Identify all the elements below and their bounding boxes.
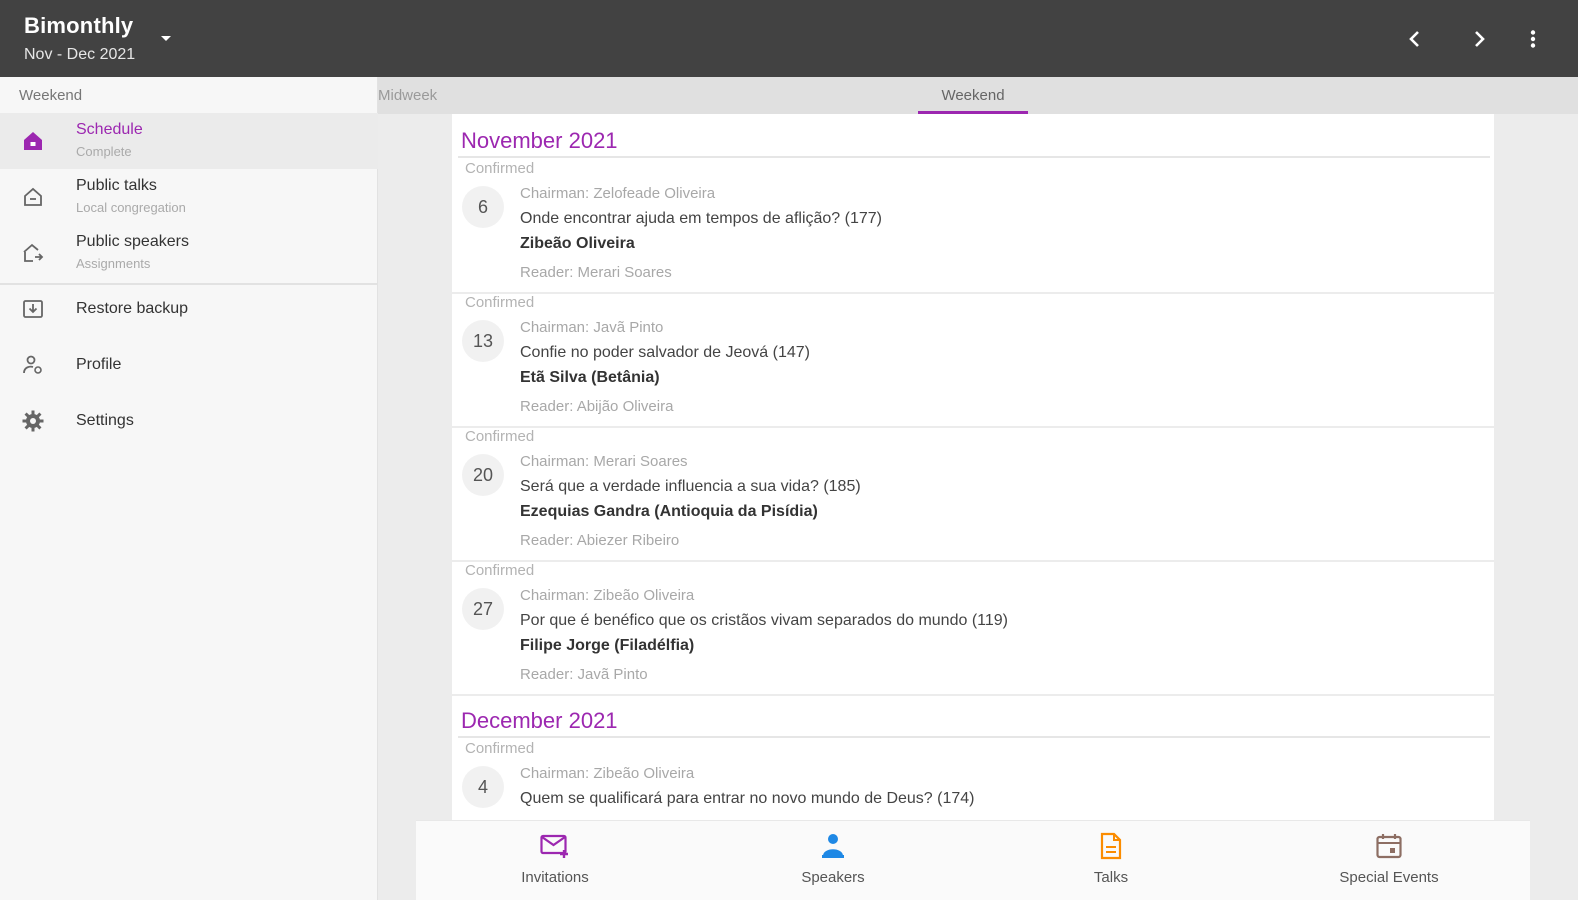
- app-title[interactable]: Bimonthly: [24, 13, 133, 39]
- sidebar-item-public-talks[interactable]: Public talks Local congregation: [0, 169, 378, 225]
- reader-text: Reader: Merari Soares: [520, 264, 672, 281]
- week-card[interactable]: Confirmed 27 Chairman: Zibeão Oliveira P…: [452, 562, 1494, 696]
- speaker-name: Etã Silva (Betânia): [520, 369, 660, 386]
- day-badge: 6: [462, 186, 504, 228]
- status-label: Confirmed: [465, 562, 535, 579]
- speaker-name: Zibeão Oliveira: [520, 235, 635, 252]
- chevron-right-icon: [1475, 31, 1485, 47]
- week-card[interactable]: Confirmed 20 Chairman: Merari Soares Ser…: [452, 428, 1494, 562]
- bottom-nav-label: Special Events: [1339, 869, 1439, 886]
- talk-title: Onde encontrar ajuda em tempos de afliçã…: [520, 210, 882, 227]
- bottom-nav-label: Speakers: [801, 869, 865, 886]
- month-divider: [458, 156, 1490, 158]
- talk-title: Confie no poder salvador de Jeová (147): [520, 344, 810, 361]
- status-label: Confirmed: [465, 740, 535, 757]
- sidebar-item-settings[interactable]: Settings: [0, 393, 378, 449]
- caret-down-icon[interactable]: [158, 30, 174, 46]
- sidebar-item-profile[interactable]: Profile: [0, 337, 378, 393]
- day-badge: 27: [462, 588, 504, 630]
- sidebar-section-title: Weekend: [19, 87, 83, 104]
- previous-period-button[interactable]: [1398, 22, 1432, 56]
- chairman-text: Chairman: Zibeão Oliveira: [520, 587, 695, 604]
- sidebar-item-label: Public speakers: [76, 233, 189, 250]
- tab-bar: Midweek Weekend: [378, 77, 1578, 114]
- sidebar-item-label: Schedule: [76, 121, 143, 138]
- sidebar-item-schedule[interactable]: Schedule Complete: [0, 113, 378, 169]
- reader-text: Reader: Javã Pinto: [520, 666, 648, 683]
- sidebar-item-label: Settings: [76, 412, 134, 429]
- status-label: Confirmed: [465, 294, 535, 311]
- week-card[interactable]: Confirmed 4 Chairman: Zibeão Oliveira Qu…: [452, 740, 1494, 820]
- restore-icon: [20, 296, 46, 322]
- chairman-text: Chairman: Zelofeade Oliveira: [520, 185, 716, 202]
- calendar-icon: [1374, 831, 1404, 861]
- tab-midweek[interactable]: Midweek: [378, 77, 448, 114]
- month-title: November 2021: [461, 128, 618, 153]
- bottom-navigation: Invitations Speakers Talks Special Event…: [416, 820, 1530, 900]
- bottom-nav-special-events[interactable]: Special Events: [1250, 821, 1528, 900]
- speaker-person-icon: [818, 831, 848, 861]
- period-subtitle[interactable]: Nov - Dec 2021: [24, 46, 135, 64]
- speaker-name: Filipe Jorge (Filadélfia): [520, 637, 695, 654]
- next-period-button[interactable]: [1462, 22, 1496, 56]
- day-badge: 4: [462, 766, 504, 808]
- talk-title: Por que é benéfico que os cristãos vivam…: [520, 612, 1008, 629]
- week-card[interactable]: Confirmed 6 Chairman: Zelofeade Oliveira…: [452, 160, 1494, 294]
- chevron-left-icon: [1409, 31, 1419, 47]
- talk-title: Será que a verdade influencia a sua vida…: [520, 478, 861, 495]
- sidebar-item-label: Public talks: [76, 177, 157, 194]
- bottom-nav-invitations[interactable]: Invitations: [416, 821, 694, 900]
- speaker-name: Ezequias Gandra (Antioquia da Pisídia): [520, 503, 818, 520]
- profile-icon: [20, 352, 46, 378]
- sidebar-item-label: Profile: [76, 356, 122, 373]
- bottom-nav-speakers[interactable]: Speakers: [694, 821, 972, 900]
- status-label: Confirmed: [465, 160, 535, 177]
- chairman-text: Chairman: Merari Soares: [520, 453, 688, 470]
- day-badge: 13: [462, 320, 504, 362]
- more-options-button[interactable]: [1516, 22, 1550, 56]
- chairman-text: Chairman: Zibeão Oliveira: [520, 765, 695, 782]
- sidebar-item-sublabel: Local congregation: [76, 200, 186, 215]
- reader-text: Reader: Abiezer Ribeiro: [520, 532, 680, 549]
- sidebar-item-sublabel: Complete: [76, 144, 132, 159]
- sidebar: Weekend Schedule Complete Public talks L…: [0, 77, 378, 900]
- talk-title: Quem se qualificará para entrar no novo …: [520, 790, 975, 807]
- bottom-nav-talks[interactable]: Talks: [972, 821, 1250, 900]
- schedule-list: November 2021 Confirmed 6 Chairman: Zelo…: [452, 114, 1494, 820]
- home-icon: [20, 128, 46, 154]
- gear-icon: [20, 408, 46, 434]
- document-icon: [1096, 831, 1126, 861]
- sidebar-item-restore-backup[interactable]: Restore backup: [0, 281, 378, 337]
- mail-plus-icon: [540, 831, 570, 861]
- day-badge: 20: [462, 454, 504, 496]
- month-title: December 2021: [461, 708, 618, 733]
- chairman-text: Chairman: Javã Pinto: [520, 319, 664, 336]
- week-card[interactable]: Confirmed 13 Chairman: Javã Pinto Confie…: [452, 294, 1494, 428]
- sidebar-item-label: Restore backup: [76, 300, 189, 317]
- month-divider: [458, 736, 1490, 738]
- tab-weekend[interactable]: Weekend: [918, 77, 1028, 114]
- bottom-nav-label: Talks: [1093, 869, 1129, 886]
- sidebar-item-public-speakers[interactable]: Public speakers Assignments: [0, 225, 378, 281]
- reader-text: Reader: Abijão Oliveira: [520, 398, 674, 415]
- more-vert-icon: [1530, 30, 1536, 48]
- sidebar-item-sublabel: Assignments: [76, 256, 151, 271]
- app-bar: Bimonthly Nov - Dec 2021: [0, 0, 1578, 77]
- bottom-nav-label: Invitations: [521, 869, 589, 886]
- status-label: Confirmed: [465, 428, 535, 445]
- speaker-outbound-icon: [20, 240, 46, 266]
- home-outline-icon: [20, 184, 46, 210]
